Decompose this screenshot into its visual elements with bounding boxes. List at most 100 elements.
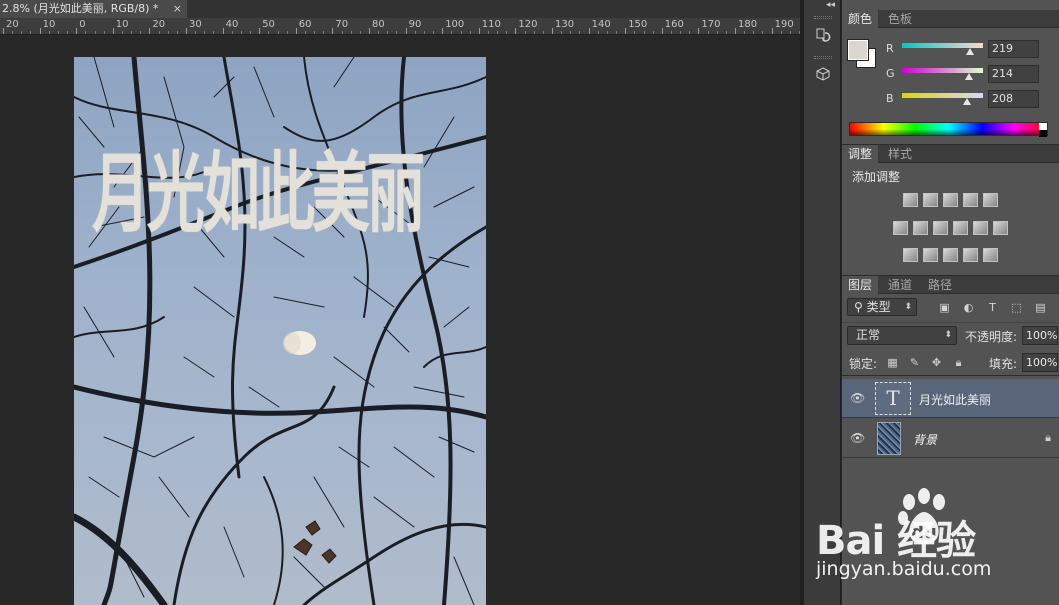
ruler-minor-tick xyxy=(250,31,252,34)
vibrance-icon[interactable] xyxy=(983,193,998,207)
ruler-label: 180 xyxy=(738,19,758,30)
ruler-label: 20 xyxy=(6,19,19,30)
ruler-minor-tick xyxy=(652,31,654,34)
exposure-icon[interactable] xyxy=(963,193,978,207)
ruler-label: 120 xyxy=(518,19,538,30)
ruler-major-tick xyxy=(625,28,627,34)
channel-mixer-icon[interactable] xyxy=(973,221,988,235)
curves-icon[interactable] xyxy=(943,193,958,207)
blue-slider-thumb[interactable] xyxy=(963,98,971,105)
visibility-eye-icon[interactable]: 👁︎ xyxy=(850,431,865,445)
ruler-label: 190 xyxy=(774,19,794,30)
color-balance-icon[interactable] xyxy=(913,221,928,235)
selective-color-icon[interactable] xyxy=(963,248,978,262)
fill-input[interactable]: 100% xyxy=(1022,353,1058,372)
pixel-layer-filter-icon[interactable]: ▣ xyxy=(938,302,951,314)
document-tab[interactable]: 2.8% (月光如此美丽, RGB/8) * × xyxy=(0,0,187,18)
ruler-major-tick xyxy=(552,28,553,34)
tab-swatches[interactable]: 色板 xyxy=(882,10,918,28)
ruler-minor-tick xyxy=(240,31,242,34)
lock-all-icon[interactable]: 🔒︎ xyxy=(952,356,965,369)
3d-cube-icon[interactable] xyxy=(812,63,834,85)
red-value-input[interactable]: 219 xyxy=(988,40,1039,58)
color-spectrum-bar[interactable] xyxy=(849,122,1048,137)
ruler-major-tick xyxy=(771,28,773,34)
layer-name[interactable]: 月光如此美丽 xyxy=(919,391,991,408)
ruler-minor-tick xyxy=(533,31,535,34)
ruler-major-tick xyxy=(295,28,297,34)
opacity-input[interactable]: 100% xyxy=(1022,326,1058,345)
ruler-label: 90 xyxy=(408,19,422,30)
ruler-minor-tick xyxy=(680,31,682,34)
document-canvas[interactable]: 月光如此美丽 xyxy=(74,57,486,605)
ruler-minor-tick xyxy=(725,31,727,34)
close-tab-icon[interactable]: × xyxy=(173,0,182,18)
adjustment-layer-filter-icon[interactable]: ◐ xyxy=(962,302,975,314)
ruler-major-tick xyxy=(259,28,261,34)
foreground-color-swatch[interactable] xyxy=(847,39,869,61)
ruler-minor-tick xyxy=(487,31,489,34)
levels-icon[interactable] xyxy=(923,193,938,207)
black-white-icon[interactable] xyxy=(933,221,948,235)
layer-row-background[interactable]: 👁︎ 背景 🔒︎ xyxy=(842,419,1059,458)
baidu-jingyan-watermark: du Bai 经验 jingyan.baidu.com xyxy=(812,488,1057,598)
ruler-minor-tick xyxy=(213,31,215,34)
brightness-contrast-icon[interactable] xyxy=(903,193,918,207)
select-arrows-icon: ⬍ xyxy=(904,302,912,312)
threshold-icon[interactable] xyxy=(943,248,958,262)
shape-layer-filter-icon[interactable]: ⬚ xyxy=(1010,302,1023,314)
blend-mode-row: 正常 ⬍ 不透明度: 100% xyxy=(842,322,1059,346)
ruler-minor-tick xyxy=(167,31,169,34)
visibility-eye-icon[interactable]: 👁︎ xyxy=(850,391,865,405)
ruler-minor-tick xyxy=(396,31,398,34)
ruler-minor-tick xyxy=(277,31,279,34)
ruler-label: 10 xyxy=(42,19,56,30)
lock-transparency-icon[interactable]: ▦ xyxy=(886,356,899,369)
black-white-swatch[interactable] xyxy=(1039,123,1047,137)
text-layer-thumbnail: T xyxy=(875,382,911,415)
ruler-minor-tick xyxy=(689,31,691,34)
blend-mode-select[interactable]: 正常 ⬍ xyxy=(847,326,957,345)
ruler-major-tick xyxy=(186,28,187,34)
tab-paths[interactable]: 路径 xyxy=(922,276,958,294)
collapse-panels-icon[interactable]: ◂◂ xyxy=(826,0,835,10)
canvas-area[interactable]: 月光如此美丽 xyxy=(0,36,800,605)
green-value-input[interactable]: 214 xyxy=(988,65,1039,83)
tab-color[interactable]: 颜色 xyxy=(842,10,879,28)
posterize-icon[interactable] xyxy=(923,248,938,262)
photo-filter-icon[interactable] xyxy=(953,221,968,235)
lock-image-pixels-icon[interactable]: ✎ xyxy=(908,356,921,369)
layer-name[interactable]: 背景 xyxy=(913,431,937,448)
watermark-url: jingyan.baidu.com xyxy=(816,558,992,580)
strip-grip[interactable] xyxy=(814,56,832,59)
color-panel-tabs: 颜色 色板 xyxy=(842,10,1059,28)
type-layer-filter-icon[interactable]: T xyxy=(986,302,999,314)
ruler-minor-tick xyxy=(744,31,746,34)
layer-kind-filter-select[interactable]: ⚲ 类型 ⬍ xyxy=(847,298,917,316)
ruler-major-tick xyxy=(478,28,480,34)
hue-saturation-icon[interactable] xyxy=(893,221,908,235)
add-adjustment-title: 添加调整 xyxy=(852,170,901,184)
layers-panel-tabs: 图层 通道 路径 xyxy=(842,276,1059,294)
tab-styles[interactable]: 样式 xyxy=(882,145,918,163)
tab-channels[interactable]: 通道 xyxy=(882,276,918,294)
tab-adjustments[interactable]: 调整 xyxy=(842,145,879,163)
ruler-minor-tick xyxy=(542,31,544,34)
green-slider-thumb[interactable] xyxy=(965,73,973,80)
smart-object-filter-icon[interactable]: ▤ xyxy=(1034,302,1047,314)
color-lookup-icon[interactable] xyxy=(993,221,1008,235)
blue-value-input[interactable]: 208 xyxy=(988,90,1039,108)
adjustments-panel-tabs: 调整 样式 xyxy=(842,145,1059,163)
invert-icon[interactable] xyxy=(903,248,918,262)
ruler-minor-tick xyxy=(387,31,389,34)
layer-row-text[interactable]: 👁︎ T 月光如此美丽 xyxy=(842,379,1059,418)
ruler-label: 60 xyxy=(298,19,312,30)
select-arrows-icon: ⬍ xyxy=(944,330,952,340)
ruler-minor-tick xyxy=(314,31,316,34)
tab-layers[interactable]: 图层 xyxy=(842,276,879,294)
red-slider-thumb[interactable] xyxy=(966,48,974,55)
strip-grip[interactable] xyxy=(814,16,832,19)
lock-position-icon[interactable]: ✥ xyxy=(930,356,943,369)
gradient-map-icon[interactable] xyxy=(983,248,998,262)
history-icon[interactable] xyxy=(812,24,834,46)
